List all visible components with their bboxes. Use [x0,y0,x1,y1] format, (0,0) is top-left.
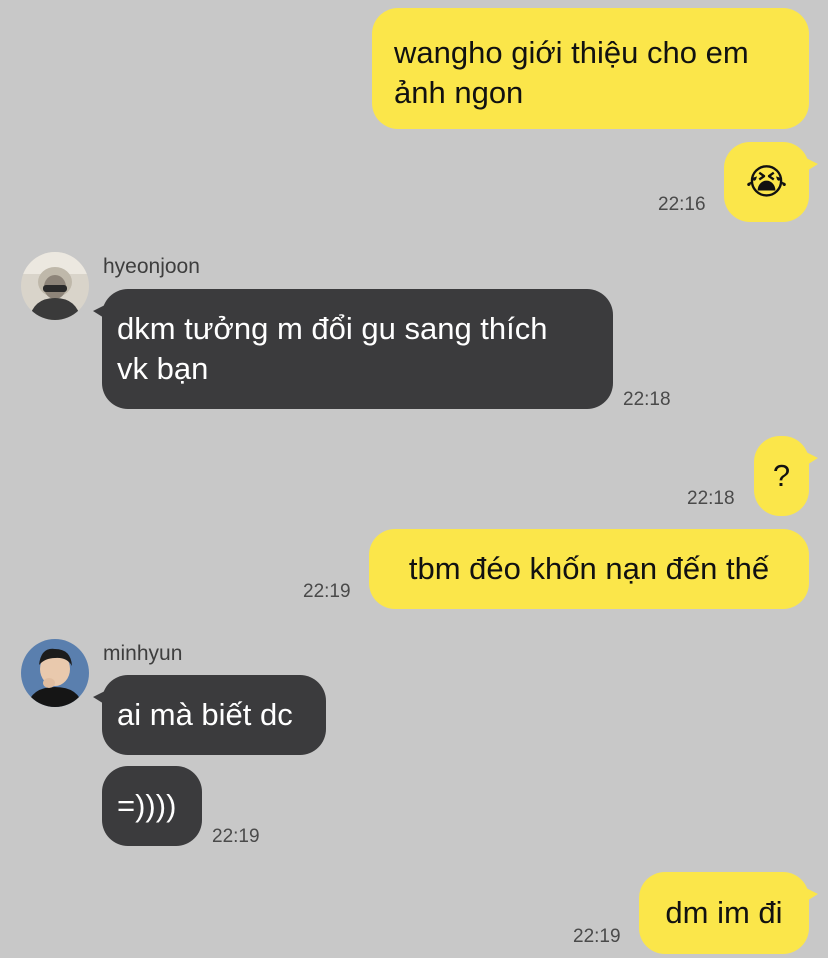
avatar-minhyun[interactable] [21,639,89,707]
message-text: =)))) [117,788,177,823]
message-timestamp: 22:16 [658,194,706,215]
outgoing-message-bubble[interactable]: ? [754,436,818,516]
outgoing-message-bubble[interactable]: tbm đéo khốn nạn đến thế [369,529,809,609]
avatar-image [21,252,89,320]
message-text: ? [772,458,791,493]
message-timestamp: 22:18 [687,488,735,509]
message-text: tbm đéo khốn nạn đến thế [408,551,770,586]
message-timestamp: 22:18 [623,389,671,410]
avatar-hyeonjoon[interactable] [21,252,89,320]
outgoing-emoji-bubble[interactable]: 😭 [724,142,818,222]
outgoing-message-bubble[interactable]: dm im đi [639,872,818,954]
message-timestamp: 22:19 [212,826,260,847]
message-text: ai mà biết dc [117,697,293,732]
loudly-crying-face-icon: 😭 [745,161,788,202]
sender-name: minhyun [103,642,183,665]
incoming-message-bubble[interactable]: dkm tưởng m đổi gu sang thích vk bạn [93,289,613,409]
avatar-image [21,639,89,707]
message-text: dm im đi [665,895,783,930]
message-timestamp: 22:19 [303,581,351,602]
message-text-line: dkm tưởng m đổi gu sang thích [117,311,548,346]
message-text-line: vk bạn [117,351,209,386]
message-timestamp: 22:19 [573,926,621,947]
incoming-message-bubble[interactable]: ai mà biết dc [93,675,326,755]
outgoing-message-bubble[interactable]: wangho giới thiệu cho em ảnh ngon [372,8,809,129]
sender-name: hyeonjoon [103,255,200,278]
message-text-line: wangho giới thiệu cho em [394,35,749,70]
incoming-message-bubble[interactable]: =)))) [102,766,202,846]
message-text-line: ảnh ngon [394,75,524,110]
